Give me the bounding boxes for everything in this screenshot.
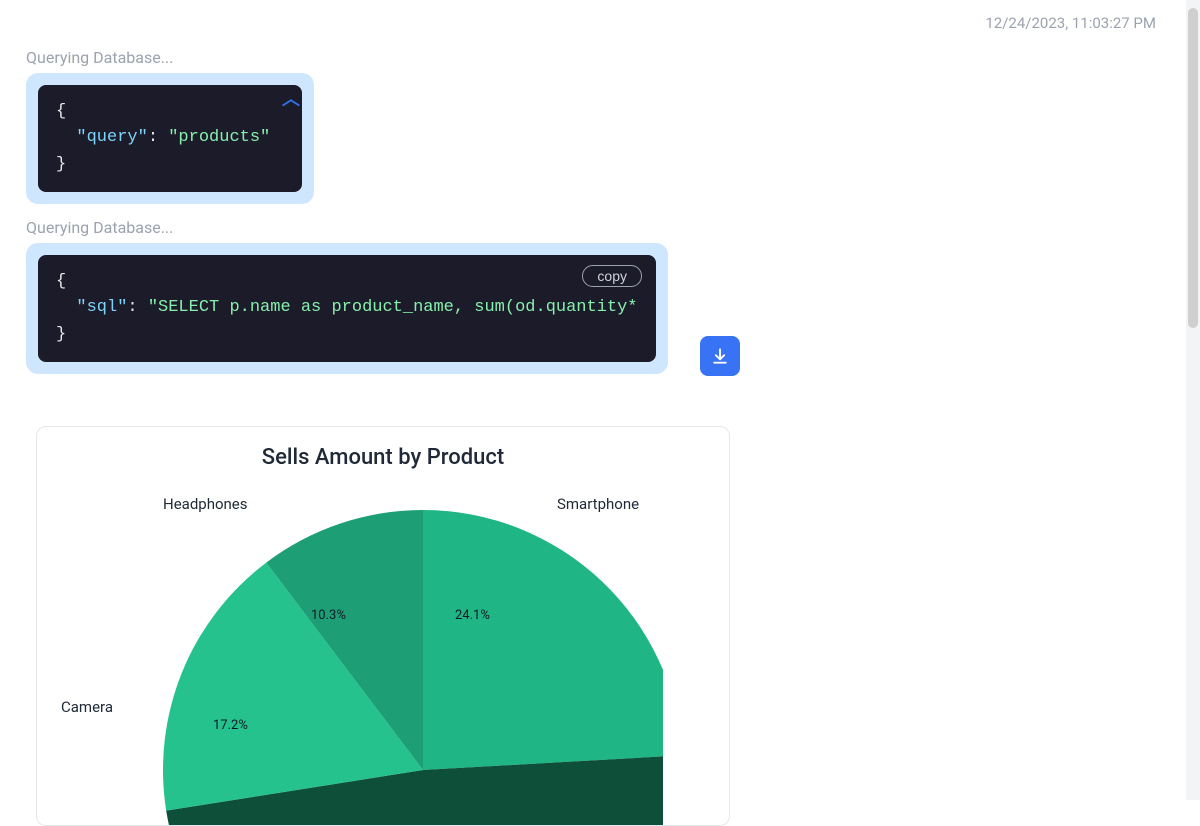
- chart-title: Sells Amount by Product: [57, 445, 709, 470]
- label-headphones: Headphones: [163, 495, 248, 513]
- copy-button[interactable]: copy: [582, 265, 642, 287]
- colon: :: [148, 128, 168, 147]
- json-key: "sql": [76, 298, 127, 317]
- code-block-sql: copy { "sql": "SELECT p.name as product_…: [26, 243, 668, 374]
- label-camera: Camera: [61, 698, 113, 716]
- json-value: "SELECT p.name as product_name, sum(od.q…: [148, 298, 638, 317]
- pie-svg: [103, 480, 663, 826]
- colon: :: [127, 298, 147, 317]
- pie-chart: Smartphone Headphones Camera 24.1% 10.3%…: [57, 480, 709, 820]
- pct-smartphone: 24.1%: [455, 608, 490, 623]
- status-querying-2: Querying Database...: [26, 218, 1200, 237]
- brace-close: }: [56, 155, 66, 174]
- download-button[interactable]: [700, 336, 740, 376]
- code-content-query: { "query": "products" }: [38, 85, 302, 192]
- brace-open: {: [56, 102, 66, 121]
- brace-close: }: [56, 325, 66, 344]
- chevron-up-icon[interactable]: ︿: [282, 85, 300, 111]
- timestamp: 12/24/2023, 11:03:27 PM: [985, 14, 1156, 32]
- json-value: "products": [168, 128, 270, 147]
- brace-open: {: [56, 272, 66, 291]
- label-smartphone: Smartphone: [557, 495, 639, 513]
- download-icon: [710, 346, 730, 366]
- scrollbar-track[interactable]: [1186, 0, 1200, 800]
- pct-headphones: 10.3%: [311, 608, 346, 623]
- chart-card: Sells Amount by Product Smartphone Headp…: [36, 426, 730, 826]
- json-key: "query": [76, 128, 147, 147]
- code-block-query: ︿ { "query": "products" }: [26, 73, 314, 204]
- code-content-sql: { "sql": "SELECT p.name as product_name,…: [38, 255, 656, 362]
- pie-slice: [423, 510, 663, 770]
- pct-camera: 17.2%: [213, 718, 248, 733]
- scrollbar-thumb[interactable]: [1188, 8, 1198, 328]
- status-querying-1: Querying Database...: [26, 48, 1200, 67]
